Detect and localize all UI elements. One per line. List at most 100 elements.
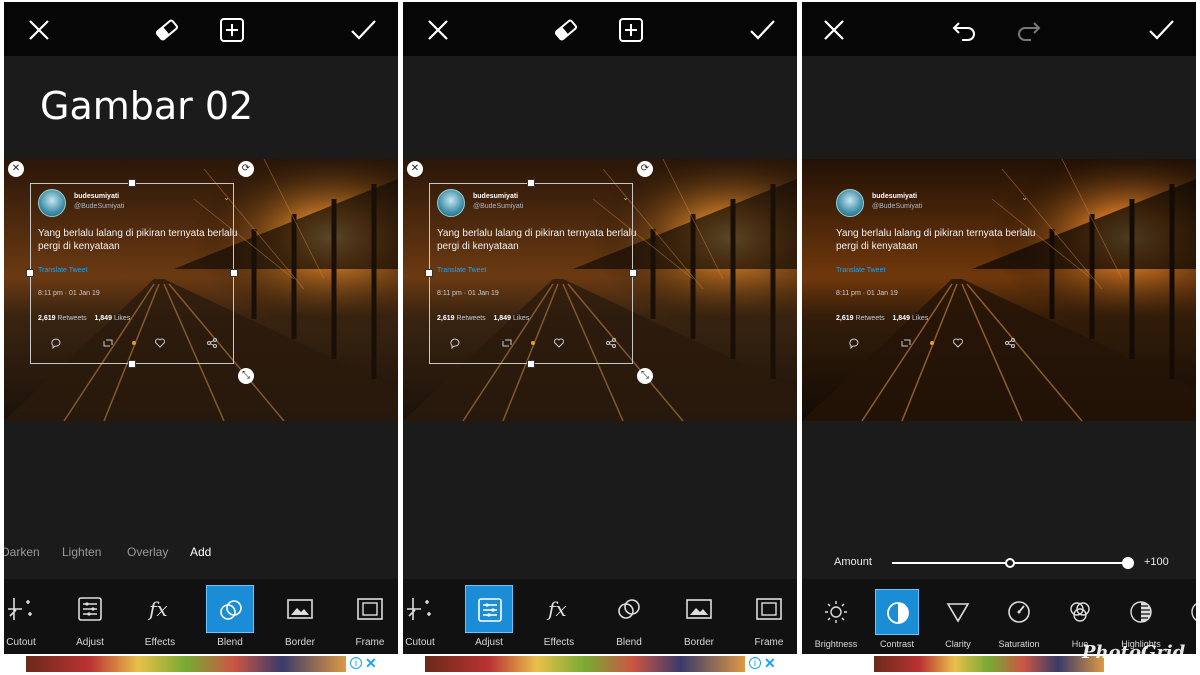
tool-border[interactable]: Border bbox=[672, 583, 726, 649]
photogrid-watermark: PhotoGrid bbox=[1082, 642, 1186, 663]
redo-icon[interactable] bbox=[1014, 15, 1044, 45]
amount-label: Amount bbox=[834, 556, 872, 568]
tool-blend[interactable]: Blend bbox=[203, 583, 257, 649]
tool-bar: Cutout Adjust fx Effects Blend Border Fr… bbox=[403, 579, 797, 654]
highlights-icon bbox=[1119, 589, 1163, 635]
tool-blend[interactable]: Blend bbox=[602, 583, 656, 649]
rotate-icon[interactable]: ⟳ bbox=[637, 161, 653, 177]
ad-image[interactable] bbox=[874, 656, 1104, 672]
selection-box[interactable] bbox=[30, 183, 234, 364]
close-icon[interactable] bbox=[423, 15, 453, 45]
panel-adjust-select: budesumiyati @BudeSumiyati ⌄ Yang berlal… bbox=[403, 2, 797, 672]
tool-cutout[interactable]: Cutout bbox=[4, 583, 48, 649]
tool-adjust[interactable]: Adjust bbox=[63, 583, 117, 649]
tool-border[interactable]: Border bbox=[273, 583, 327, 649]
resize-handle-left[interactable] bbox=[26, 269, 34, 277]
ad-close-icon[interactable]: ✕ bbox=[764, 655, 776, 671]
delete-layer-icon[interactable]: ✕ bbox=[407, 161, 423, 177]
adjust-clarity[interactable]: Clarity bbox=[926, 587, 986, 653]
scale-icon[interactable]: ⤡ bbox=[238, 368, 254, 384]
blend-mode-lighten[interactable]: Lighten bbox=[62, 545, 101, 559]
eraser-icon[interactable] bbox=[152, 15, 182, 45]
close-icon[interactable] bbox=[819, 15, 849, 45]
undo-icon[interactable] bbox=[949, 15, 979, 45]
contrast-icon bbox=[875, 589, 919, 635]
reply-icon bbox=[848, 337, 860, 349]
tool-frame[interactable]: Frame bbox=[343, 583, 397, 649]
collage: Gambar 02 budesumiyati @BudeSumiyati ⌄ Y… bbox=[0, 0, 1200, 675]
tweet-stats: 2,619 Retweets 1,849 Likes bbox=[836, 315, 928, 322]
amount-slider[interactable] bbox=[892, 557, 1134, 569]
resize-handle-right[interactable] bbox=[230, 269, 238, 277]
selection-box[interactable] bbox=[429, 183, 633, 364]
delete-layer-icon[interactable]: ✕ bbox=[8, 161, 24, 177]
tool-label: Cutout bbox=[6, 637, 36, 648]
tweet-text: Yang berlalu lalang di pikiran ternyata … bbox=[836, 228, 1036, 252]
clarity-icon bbox=[936, 589, 980, 635]
tool-label: Frame bbox=[754, 637, 784, 648]
heart-icon bbox=[952, 337, 964, 349]
apply-check-icon[interactable] bbox=[1146, 15, 1176, 45]
tool-label: Frame bbox=[355, 637, 385, 648]
tool-bar: Cutout Adjust fx Effects Blend Border Fr… bbox=[4, 579, 398, 654]
tool-adjust[interactable]: Adjust bbox=[462, 583, 516, 649]
adjust-contrast[interactable]: Contrast bbox=[865, 587, 925, 653]
tool-label: Effects bbox=[144, 637, 176, 648]
add-layer-icon[interactable] bbox=[217, 15, 247, 45]
likes-label: Likes bbox=[911, 315, 929, 322]
blend-mode-add[interactable]: Add bbox=[190, 545, 211, 559]
svg-text:fx: fx bbox=[147, 597, 168, 621]
resize-handle-bottom[interactable] bbox=[527, 360, 535, 368]
apply-check-icon[interactable] bbox=[348, 15, 378, 45]
resize-handle-top[interactable] bbox=[128, 179, 136, 187]
blend-mode-list: Darken Lighten Overlay Add bbox=[4, 540, 398, 566]
blend-mode-darken[interactable]: Darken bbox=[4, 545, 40, 559]
brightness-icon bbox=[814, 589, 858, 635]
ad-close-icon[interactable]: ✕ bbox=[365, 655, 377, 671]
scale-icon[interactable]: ⤡ bbox=[637, 368, 653, 384]
tweet-actions bbox=[848, 337, 1018, 349]
blend-mode-overlay[interactable]: Overlay bbox=[127, 545, 168, 559]
adjust-saturation[interactable]: Saturation bbox=[987, 587, 1047, 653]
rotate-icon[interactable]: ⟳ bbox=[238, 161, 254, 177]
resize-handle-bottom[interactable] bbox=[128, 360, 136, 368]
close-icon[interactable] bbox=[24, 15, 54, 45]
resize-handle-left[interactable] bbox=[425, 269, 433, 277]
add-layer-icon[interactable] bbox=[616, 15, 646, 45]
ad-banner[interactable]: i ✕ bbox=[403, 654, 797, 672]
dot-icon bbox=[930, 341, 934, 345]
tool-frame[interactable]: Frame bbox=[742, 583, 796, 649]
tool-effects[interactable]: fx Effects bbox=[532, 583, 586, 649]
amount-slider-row: Amount +100 bbox=[802, 550, 1196, 574]
ad-banner[interactable]: i ✕ bbox=[4, 654, 398, 672]
ad-image[interactable] bbox=[26, 656, 346, 672]
resize-handle-top[interactable] bbox=[527, 179, 535, 187]
ad-image[interactable] bbox=[425, 656, 745, 672]
fx-icon: fx bbox=[136, 585, 184, 633]
tool-label: Blend bbox=[217, 637, 243, 648]
ad-info-icon[interactable]: i bbox=[350, 657, 362, 669]
tool-label: Border bbox=[683, 637, 714, 648]
top-bar bbox=[4, 2, 398, 56]
tool-label: Blend bbox=[616, 637, 642, 648]
tool-label: Border bbox=[284, 637, 315, 648]
likes-count: 1,849 bbox=[892, 315, 910, 322]
adjust-brightness[interactable]: Brightness bbox=[804, 587, 864, 653]
tool-effects[interactable]: fx Effects bbox=[133, 583, 187, 649]
eraser-icon[interactable] bbox=[551, 15, 581, 45]
top-bar bbox=[802, 2, 1196, 56]
slider-thumb[interactable] bbox=[1122, 557, 1134, 569]
adjust-icon bbox=[465, 585, 513, 633]
cutout-icon bbox=[4, 585, 45, 633]
border-icon bbox=[675, 585, 723, 633]
blend-icon bbox=[605, 585, 653, 633]
ad-info-icon[interactable]: i bbox=[749, 657, 761, 669]
apply-check-icon[interactable] bbox=[747, 15, 777, 45]
photo-canvas[interactable]: budesumiyati @BudeSumiyati ⌄ Yang berlal… bbox=[802, 159, 1196, 421]
panel-blend: Gambar 02 budesumiyati @BudeSumiyati ⌄ Y… bbox=[4, 2, 398, 672]
resize-handle-right[interactable] bbox=[629, 269, 637, 277]
tool-label: Adjust bbox=[76, 637, 104, 648]
frame-icon bbox=[745, 585, 793, 633]
share-icon bbox=[1004, 337, 1016, 349]
tool-cutout[interactable]: Cutout bbox=[403, 583, 447, 649]
